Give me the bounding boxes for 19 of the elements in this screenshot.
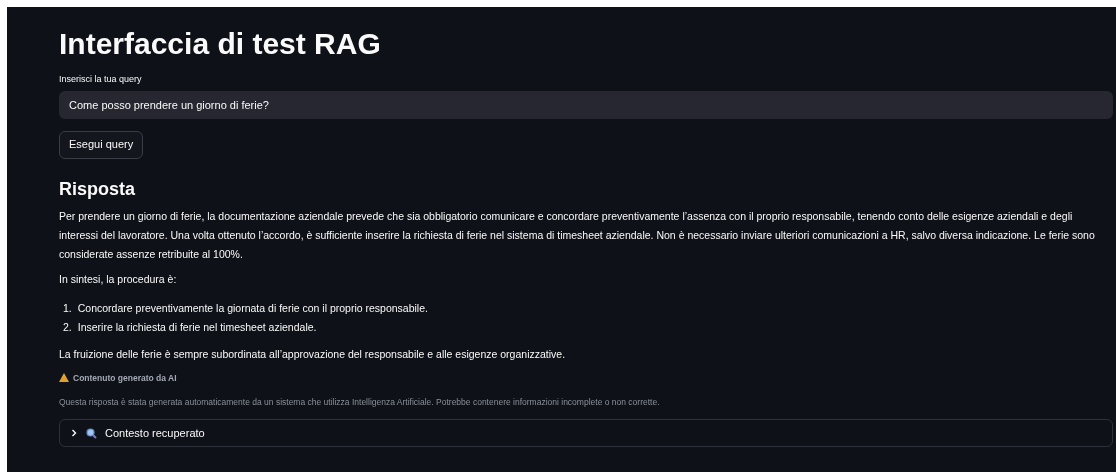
answer-paragraph: Per prendere un giorno di ferie, la documentazione aziendale prevede che sia obbligatorio comunicare e concordare preventivamente l’assenza con il proprio responsabile, tenendo conto delle esigenze aziendali e degli interessi del lavoratore. Una volta ottenuto l’accordo, è sufficiente inserire la richiesta di ferie nel sistema di timesheet aziendale. Non è necessario inviare ulteriori comunicazioni a HR, salvo diversa indicazione. Le ferie sono considerate assenze retribuite al 100%.: [59, 208, 1096, 262]
query-field[interactable]: Come posso prendere un giorno di ferie?: [59, 90, 1113, 119]
warning-icon: [59, 373, 69, 383]
list-number: 1.: [63, 300, 72, 316]
list-item-text: Concordare preventivamente la giornata di ferie con il proprio responsabile.: [77, 300, 428, 316]
answer-paragraph: La fruizione delle ferie è sempre subordinata all’approvazione del responsabile e alle esigenze organizzative.: [59, 346, 566, 362]
list-number: 2.: [63, 319, 72, 335]
list-item-text: Inserire la richiesta di ferie nel timesheet aziendale.: [77, 319, 317, 335]
section-heading: Risposta: [59, 177, 136, 201]
warning-title: Contenuto generato da AI: [73, 371, 177, 385]
answer-paragraph: In sintesi, la procedura è:: [59, 271, 178, 287]
run-query-button[interactable]: Esegui query: [59, 130, 144, 159]
disclaimer-text: Questa risposta è stata generata automaticamente da un sistema che utilizza Intelligenza Artificiale. Potrebbe contenere informazioni incomplete o non corrette.: [59, 396, 660, 409]
context-expander[interactable]: Contesto recuperato: [59, 419, 1113, 447]
magnifier-icon: [86, 427, 97, 439]
chevron-icon: [70, 429, 78, 437]
field-label: Inserisci la tua query: [59, 73, 142, 86]
expander-label: Contesto recuperato: [105, 425, 205, 441]
page-title: Interfaccia di test RAG: [59, 27, 381, 61]
